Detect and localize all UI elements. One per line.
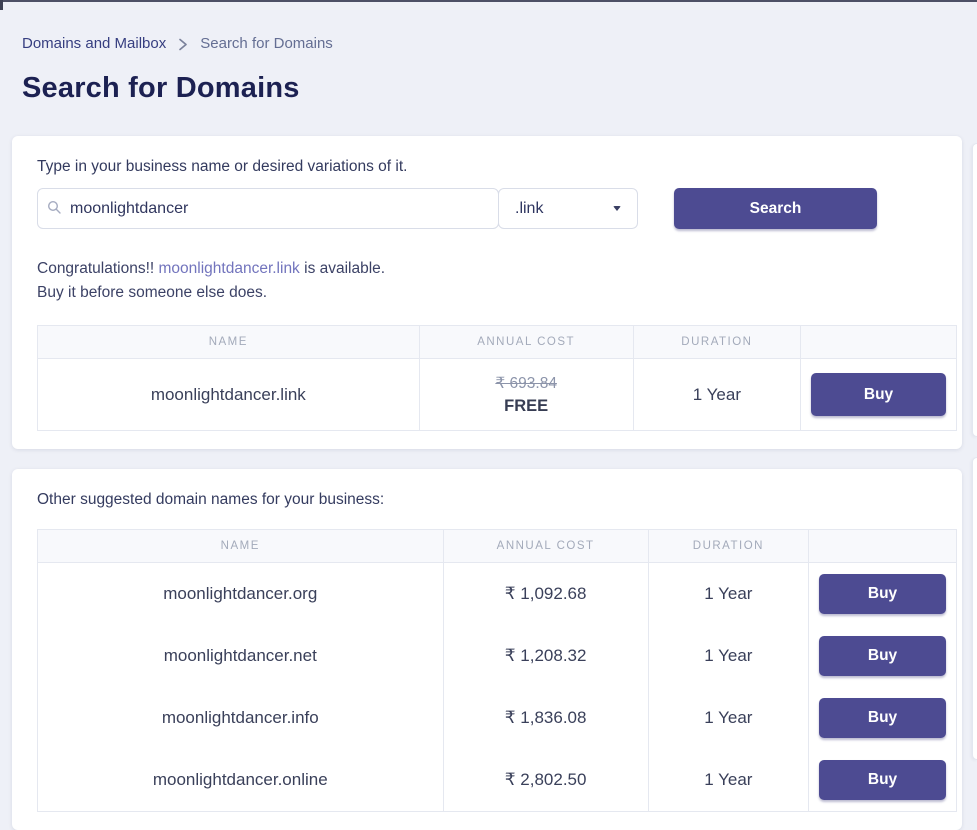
duration-cell: 1 Year xyxy=(633,359,800,431)
action-cell: Buy xyxy=(809,687,957,749)
buy-button[interactable]: Buy xyxy=(819,636,946,676)
action-cell: Buy xyxy=(801,359,957,431)
domain-search-card: Type in your business name or desired va… xyxy=(12,136,962,449)
congrats-suffix: is available. xyxy=(300,260,385,277)
column-header-action xyxy=(809,530,957,563)
action-cell: Buy xyxy=(809,563,957,626)
buy-button[interactable]: Buy xyxy=(811,373,946,416)
column-header-annual-cost: ANNUAL COST xyxy=(443,530,648,563)
column-header-duration: DURATION xyxy=(648,530,808,563)
table-header-row: NAME ANNUAL COST DURATION xyxy=(38,530,957,563)
table-header-row: NAME ANNUAL COST DURATION xyxy=(38,326,957,359)
old-price: ₹ 693.84 xyxy=(421,373,632,395)
action-cell: Buy xyxy=(809,749,957,812)
availability-line1: Congratulations!! moonlightdancer.link i… xyxy=(37,257,957,281)
tld-select[interactable]: .link xyxy=(498,188,638,229)
annual-cost-cell: ₹ 1,836.08 xyxy=(443,687,648,749)
search-button[interactable]: Search xyxy=(674,188,877,229)
tld-selected-value: .link xyxy=(515,200,543,218)
action-cell: Buy xyxy=(809,625,957,687)
window-left-border xyxy=(0,0,3,10)
availability-message: Congratulations!! moonlightdancer.link i… xyxy=(37,257,957,305)
table-row: moonlightdancer.info ₹ 1,836.08 1 Year B… xyxy=(38,687,957,749)
duration-cell: 1 Year xyxy=(648,749,808,812)
annual-cost-cell: ₹ 2,802.50 xyxy=(443,749,648,812)
domain-name-cell: moonlightdancer.online xyxy=(38,749,444,812)
window-top-border xyxy=(0,0,977,2)
breadcrumb-domains-and-mailbox[interactable]: Domains and Mailbox xyxy=(22,35,166,52)
column-header-name: NAME xyxy=(38,530,444,563)
buy-button[interactable]: Buy xyxy=(819,698,946,738)
caret-down-icon xyxy=(613,206,621,211)
search-icon xyxy=(47,200,62,220)
congrats-prefix: Congratulations!! xyxy=(37,260,159,277)
duration-cell: 1 Year xyxy=(648,563,808,626)
search-row: .link Search xyxy=(37,188,957,229)
column-header-action xyxy=(801,326,957,359)
duration-cell: 1 Year xyxy=(648,625,808,687)
domain-name-cell: moonlightdancer.link xyxy=(38,359,420,431)
table-row: moonlightdancer.org ₹ 1,092.68 1 Year Bu… xyxy=(38,563,957,626)
suggested-domains-table: NAME ANNUAL COST DURATION moonlightdance… xyxy=(37,529,957,812)
duration-cell: 1 Year xyxy=(648,687,808,749)
available-domain-link[interactable]: moonlightdancer.link xyxy=(159,260,300,277)
column-header-name: NAME xyxy=(38,326,420,359)
annual-cost-cell: ₹ 693.84 FREE xyxy=(419,359,633,431)
domain-name-cell: moonlightdancer.info xyxy=(38,687,444,749)
chevron-right-icon xyxy=(178,38,188,51)
buy-button[interactable]: Buy xyxy=(819,760,946,800)
suggested-domains-card: Other suggested domain names for your bu… xyxy=(12,469,962,830)
cutoff-side-panel xyxy=(972,143,977,437)
column-header-duration: DURATION xyxy=(633,326,800,359)
domain-name-cell: moonlightdancer.net xyxy=(38,625,444,687)
buy-button[interactable]: Buy xyxy=(819,574,946,614)
annual-cost-cell: ₹ 1,208.32 xyxy=(443,625,648,687)
availability-line2: Buy it before someone else does. xyxy=(37,281,957,305)
free-price: FREE xyxy=(421,395,632,417)
table-row: moonlightdancer.online ₹ 2,802.50 1 Year… xyxy=(38,749,957,812)
breadcrumb: Domains and Mailbox Search for Domains xyxy=(22,35,977,52)
cutoff-side-panel xyxy=(972,457,977,760)
breadcrumb-current-page: Search for Domains xyxy=(200,35,333,52)
annual-cost-cell: ₹ 1,092.68 xyxy=(443,563,648,626)
suggestions-label: Other suggested domain names for your bu… xyxy=(37,491,957,509)
domain-name-cell: moonlightdancer.org xyxy=(38,563,444,626)
page-title: Search for Domains xyxy=(22,72,977,105)
table-row: moonlightdancer.link ₹ 693.84 FREE 1 Yea… xyxy=(38,359,957,431)
available-domain-table: NAME ANNUAL COST DURATION moonlightdance… xyxy=(37,325,957,431)
table-row: moonlightdancer.net ₹ 1,208.32 1 Year Bu… xyxy=(38,625,957,687)
search-input-group xyxy=(37,188,499,229)
column-header-annual-cost: ANNUAL COST xyxy=(419,326,633,359)
search-instruction-label: Type in your business name or desired va… xyxy=(37,158,957,176)
page-container: Domains and Mailbox Search for Domains S… xyxy=(0,0,977,830)
domain-search-input[interactable] xyxy=(37,188,499,229)
